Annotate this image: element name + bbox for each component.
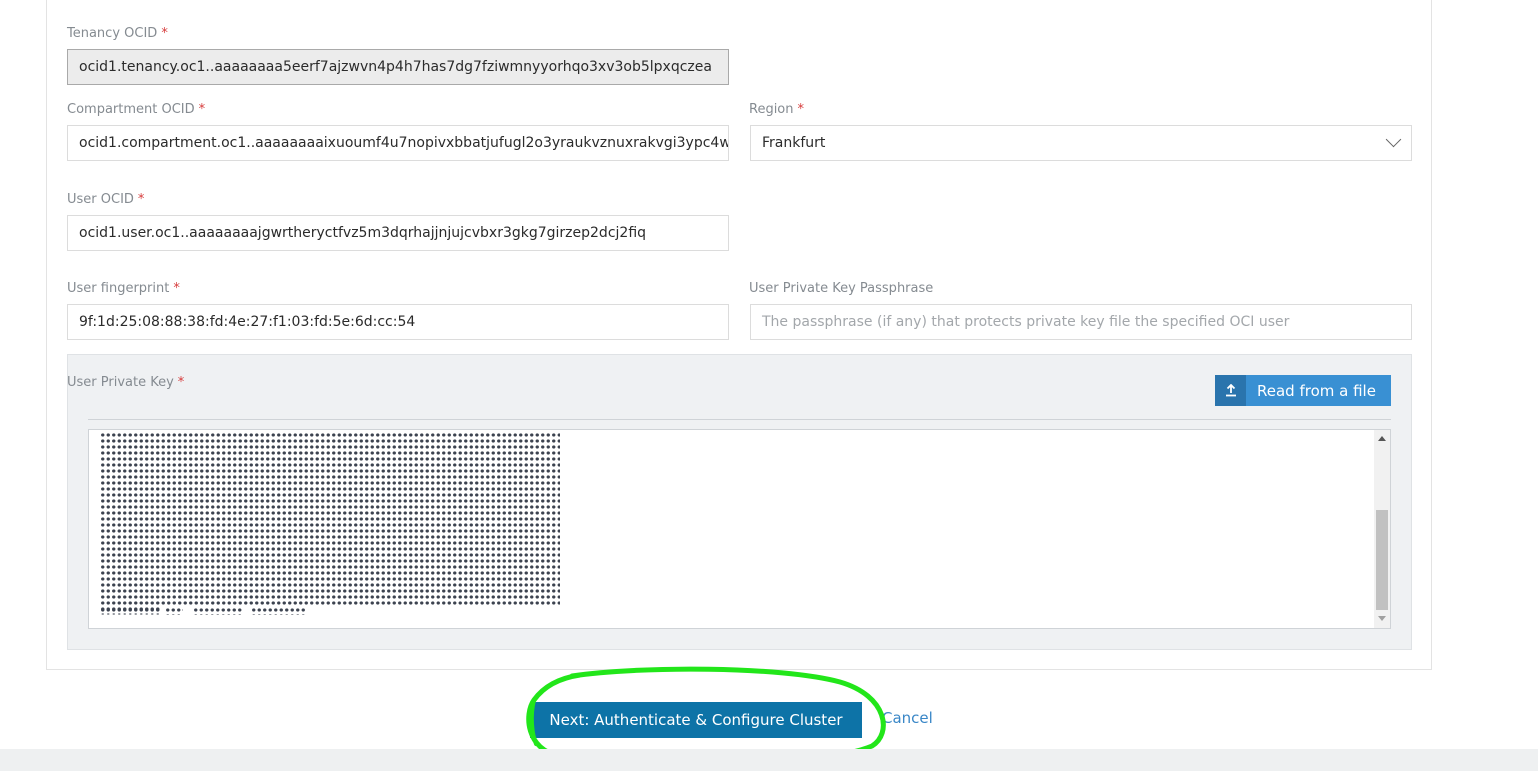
region-value: Frankfurt [762,135,826,151]
masked-key-tail [165,607,183,615]
passphrase-label: User Private Key Passphrase [749,281,934,296]
region-label: Region * [749,102,805,117]
tenancy-ocid-field[interactable]: ocid1.tenancy.oc1..aaaaaaaa5eerf7ajzwvn4… [67,49,729,85]
masked-key-tail [193,607,243,615]
panel-divider [88,419,1391,420]
scrollbar-thumb[interactable] [1376,510,1388,610]
user-ocid-field[interactable]: ocid1.user.oc1..aaaaaaaajgwrtheryctfvz5m… [67,215,729,251]
upload-icon [1215,375,1246,406]
footer-bar [0,749,1538,771]
passphrase-field[interactable]: The passphrase (if any) that protects pr… [750,304,1412,340]
masked-key-tail [251,607,307,615]
compartment-ocid-field[interactable]: ocid1.compartment.oc1..aaaaaaaaixuoumf4u… [67,125,729,161]
compartment-ocid-label: Compartment OCID * [67,102,206,117]
read-from-file-button[interactable]: Read from a file [1215,375,1391,406]
scroll-down-icon[interactable] [1378,616,1386,621]
masked-key-tail [100,607,160,615]
user-fingerprint-field[interactable]: 9f:1d:25:08:88:38:fd:4e:27:f1:03:fd:5e:6… [67,304,729,340]
tenancy-ocid-label: Tenancy OCID * [67,26,168,41]
cancel-link[interactable]: Cancel [882,709,933,727]
user-fingerprint-label: User fingerprint * [67,281,180,296]
next-authenticate-configure-button[interactable]: Next: Authenticate & Configure Cluster [530,702,862,738]
masked-private-key [100,432,560,614]
chevron-down-icon [1385,131,1402,148]
scroll-up-icon[interactable] [1378,436,1386,441]
user-ocid-label: User OCID * [67,192,145,207]
private-key-label: User Private Key * [67,375,185,390]
read-from-file-label: Read from a file [1257,381,1376,400]
region-select[interactable]: Frankfurt [750,125,1412,161]
